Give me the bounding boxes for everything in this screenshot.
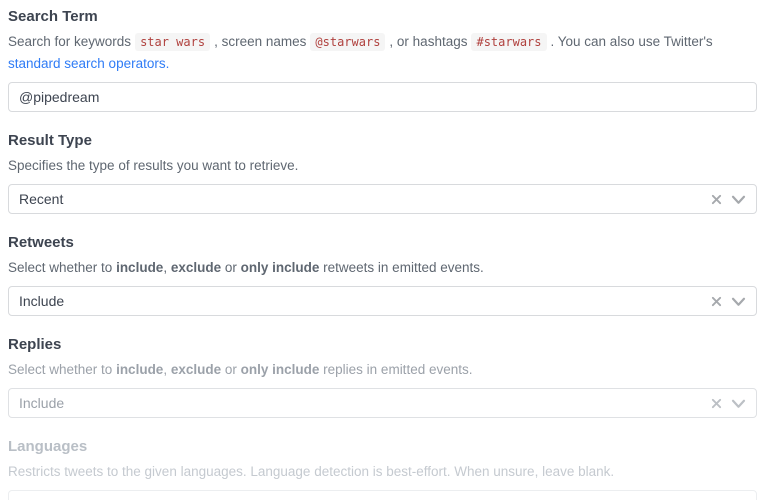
clear-x-icon[interactable] — [711, 296, 722, 307]
description-text: or — [221, 362, 241, 377]
description-text: Select whether to — [8, 260, 116, 275]
description-text: , — [163, 362, 171, 377]
replies-label: Replies — [8, 336, 757, 354]
description-bold: exclude — [171, 260, 221, 275]
description-bold: include — [116, 260, 163, 275]
languages-label: Languages — [8, 438, 757, 456]
field-result-type: Result Type Specifies the type of result… — [8, 132, 757, 214]
search-term-label: Search Term — [8, 8, 757, 26]
field-retweets: Retweets Select whether to include, excl… — [8, 234, 757, 316]
retweets-select[interactable]: Include — [8, 286, 757, 316]
retweets-label: Retweets — [8, 234, 757, 252]
select-value: Include — [19, 293, 64, 309]
chevron-down-icon[interactable] — [731, 296, 746, 307]
result-type-select[interactable]: Recent — [8, 184, 757, 214]
description-bold: include — [116, 362, 163, 377]
description-text: Search for keywords — [8, 34, 131, 49]
description-text: , — [163, 260, 171, 275]
chevron-down-icon[interactable] — [731, 194, 746, 205]
search-operators-link[interactable]: standard search operators. — [8, 56, 169, 71]
select-value: Recent — [19, 191, 63, 207]
description-text: retweets in emitted events. — [319, 260, 483, 275]
code-example-keywords: star wars — [135, 33, 210, 51]
select-value: Include — [19, 395, 64, 411]
clear-x-icon[interactable] — [711, 194, 722, 205]
clear-x-icon[interactable] — [711, 398, 722, 409]
result-type-label: Result Type — [8, 132, 757, 150]
description-text: replies in emitted events. — [319, 362, 472, 377]
description-text: , screen names — [214, 34, 306, 49]
field-languages: Languages Restricts tweets to the given … — [8, 438, 757, 500]
result-type-description: Specifies the type of results you want t… — [8, 155, 757, 176]
description-text: or — [221, 260, 241, 275]
languages-select — [8, 490, 757, 500]
replies-select[interactable]: Include — [8, 388, 757, 418]
description-text: . You can also use Twitter's — [551, 34, 713, 49]
code-example-hashtag: #starwars — [471, 33, 546, 51]
chevron-down-icon[interactable] — [731, 398, 746, 409]
field-replies: Replies Select whether to include, exclu… — [8, 336, 757, 418]
code-example-screen-name: @starwars — [310, 33, 385, 51]
retweets-description: Select whether to include, exclude or on… — [8, 257, 757, 278]
description-text: Select whether to — [8, 362, 116, 377]
description-text: , or hashtags — [389, 34, 467, 49]
search-term-input[interactable] — [8, 82, 757, 112]
twitter-search-config-form: Search Term Search for keywords star wars… — [0, 0, 768, 500]
search-term-description: Search for keywords star wars , screen nam… — [8, 31, 757, 74]
description-bold: only include — [241, 260, 320, 275]
field-search-term: Search Term Search for keywords star wars… — [8, 8, 757, 112]
languages-description: Restricts tweets to the given languages.… — [8, 461, 757, 482]
replies-description: Select whether to include, exclude or on… — [8, 359, 757, 380]
description-bold: exclude — [171, 362, 221, 377]
description-bold: only include — [241, 362, 320, 377]
